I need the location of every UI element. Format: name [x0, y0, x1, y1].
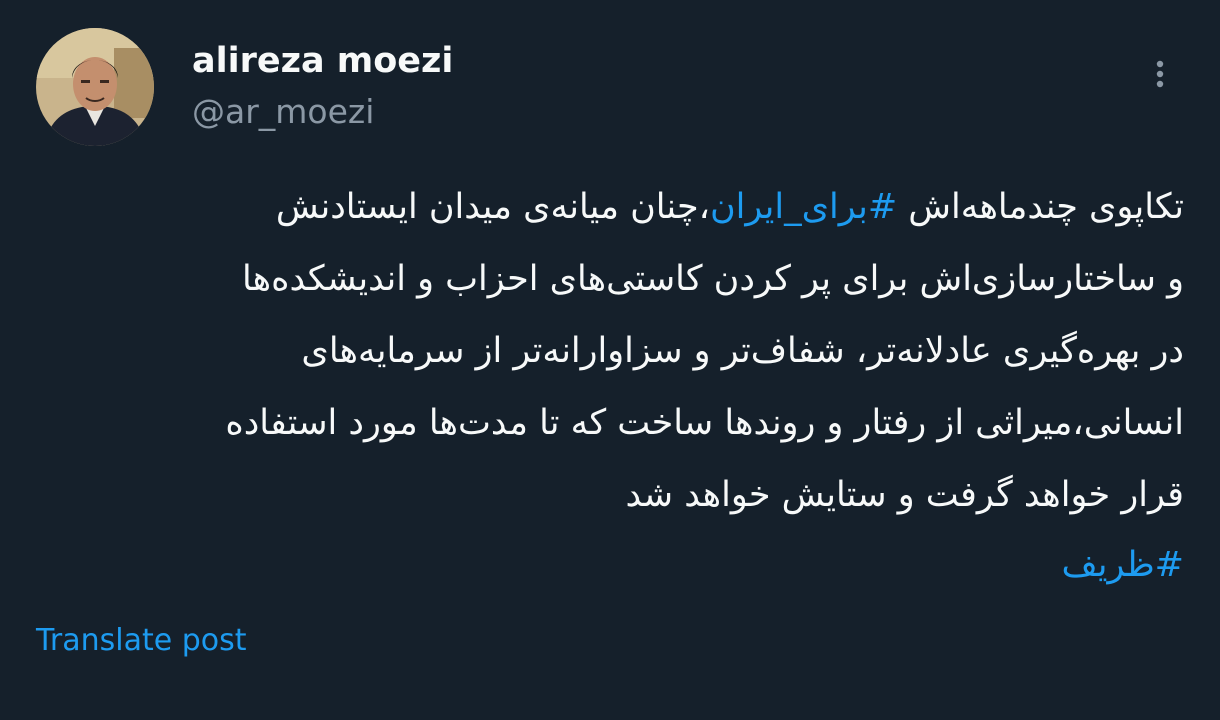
hashtag-link-baraye-iran[interactable]: #برای_ایران	[710, 187, 897, 227]
tweet-text-segment: ،چنان میانه‌ی میدان ایستادنش	[275, 187, 710, 227]
user-handle[interactable]: @ar_moezi	[192, 90, 374, 134]
tweet-text-segment: تکاپوی چندماهه‌اش	[897, 187, 1184, 227]
translate-post-link[interactable]: Translate post	[36, 620, 247, 662]
tweet-text-line-5: قرار خواهد گرفت و ستایش خواهد شد	[625, 475, 1184, 515]
tweet-text-line-6: #ظریف	[36, 536, 1184, 594]
tweet-text-line-4: انسانی،میراثی از رفتار و روندها ساخت که …	[225, 403, 1184, 443]
hashtag-link-zarif[interactable]: #ظریف	[1062, 545, 1184, 585]
more-vertical-icon	[1156, 60, 1164, 88]
tweet-text-line-3: در بهره‌گیری عادلانه‌تر، شفاف‌تر و سزاوا…	[301, 331, 1184, 371]
tweet-text-line-2: و ساختارسازی‌اش برای پر کردن کاستی‌های ا…	[242, 259, 1184, 299]
display-name[interactable]: alireza moezi	[192, 38, 453, 84]
avatar-photo-icon	[36, 28, 154, 146]
avatar[interactable]	[36, 28, 154, 146]
more-options-button[interactable]	[1138, 52, 1182, 96]
tweet-text-line-1: تکاپوی چندماهه‌اش #برای_ایران،چنان میانه…	[36, 178, 1184, 236]
